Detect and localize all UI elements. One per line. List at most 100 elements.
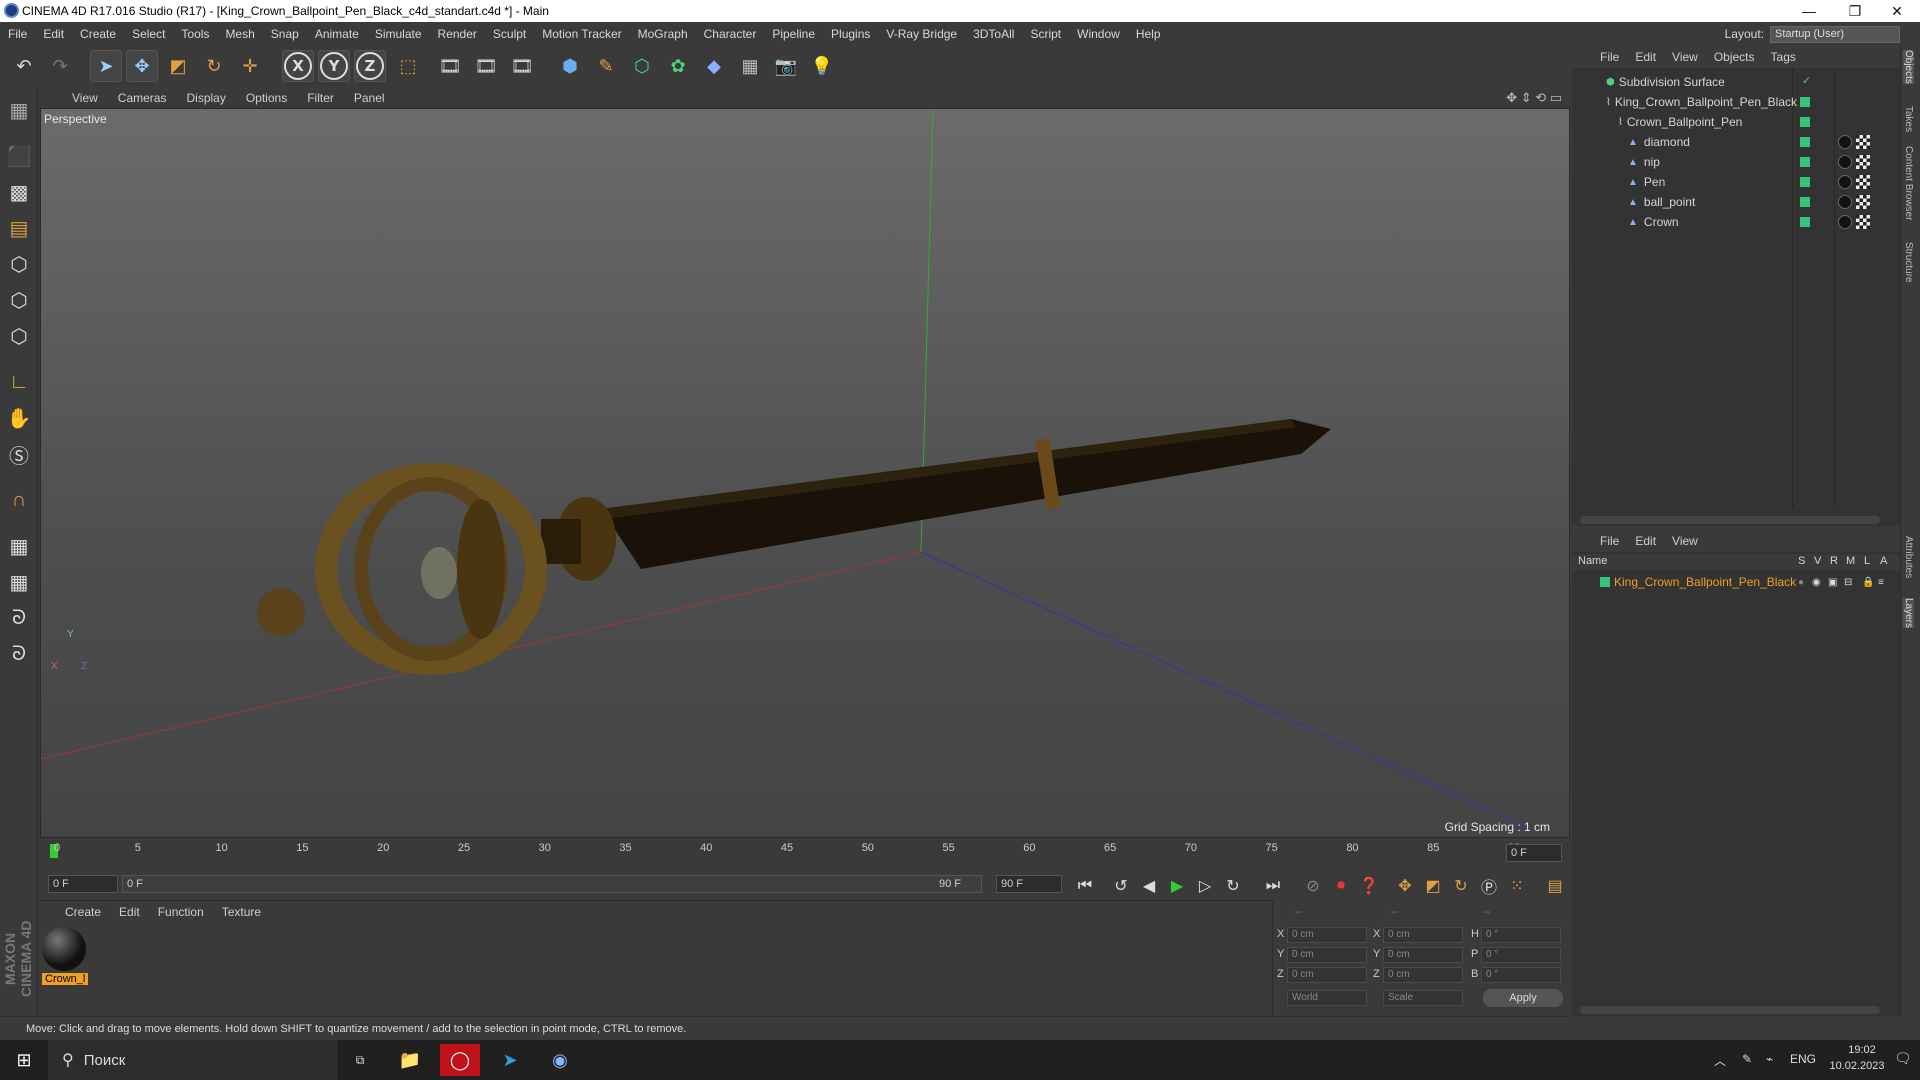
material-menu-function[interactable]: Function — [149, 905, 213, 919]
pos-z-field[interactable]: 0 cm — [1287, 967, 1367, 983]
undo-icon[interactable]: ↶ — [8, 50, 40, 82]
polygons-mode-icon[interactable]: ⬡ — [3, 320, 35, 352]
layer-color-swatch[interactable] — [1800, 217, 1810, 227]
viewport-menu-display[interactable]: Display — [176, 91, 235, 105]
scale-tool-icon[interactable]: ◩ — [162, 50, 194, 82]
viewport-menu-filter[interactable]: Filter — [297, 91, 344, 105]
menu-simulate[interactable]: Simulate — [367, 27, 430, 41]
pos-x-field[interactable]: 0 cm — [1287, 927, 1367, 943]
menu-snap[interactable]: Snap — [263, 27, 307, 41]
autokey-icon[interactable]: ❓ — [1356, 874, 1382, 898]
cube-icon[interactable]: ⬢ — [554, 50, 586, 82]
size-z-field[interactable]: 0 cm — [1383, 967, 1463, 983]
material-tag-icon[interactable] — [1838, 135, 1852, 149]
object-row-subdivision-surface[interactable]: ⬢ Subdivision Surface — [1572, 72, 1900, 92]
material-menu-create[interactable]: Create — [56, 905, 110, 919]
coordinate-system-icon[interactable]: ⬚ — [392, 50, 424, 82]
deformer-icon[interactable]: ◆ — [698, 50, 730, 82]
key-parameter-icon[interactable]: Ⓟ — [1476, 874, 1502, 898]
viewport-menu-options[interactable]: Options — [236, 91, 297, 105]
planar-workplane-icon[interactable]: ▦ — [3, 566, 35, 598]
end-frame-field[interactable]: 90 F — [996, 875, 1062, 893]
texture-tag-icon[interactable] — [1856, 155, 1870, 169]
notifications-icon[interactable]: 🗨 — [1894, 1050, 1912, 1067]
axis-x-toggle[interactable]: X — [282, 50, 314, 82]
viewport-menu-cameras[interactable]: Cameras — [108, 91, 177, 105]
layer-color-swatch[interactable] — [1800, 177, 1810, 187]
timeline-window-icon[interactable]: ▤ — [1542, 874, 1568, 898]
start-frame-field[interactable]: 0 F — [48, 875, 118, 893]
rotate-tool-icon[interactable]: ↻ — [198, 50, 230, 82]
key-position-icon[interactable]: ✥ — [1392, 874, 1418, 898]
object-row-null[interactable]: ⌇ King_Crown_Ballpoint_Pen_Black — [1572, 92, 1900, 112]
objmgr-menu-edit[interactable]: Edit — [1627, 50, 1664, 64]
select-tool-icon[interactable]: ➤ — [90, 50, 122, 82]
light-icon[interactable]: 💡 — [806, 50, 838, 82]
menu-mograph[interactable]: MoGraph — [630, 27, 696, 41]
axis-mode-icon[interactable]: ∟ — [3, 366, 35, 398]
scale-mode-dropdown[interactable]: Scale — [1383, 990, 1463, 1006]
move-tool-icon[interactable]: ✥ — [126, 50, 158, 82]
task-view-icon[interactable]: ⧉ — [340, 1044, 380, 1076]
close-button[interactable]: ✕ — [1874, 0, 1920, 22]
layer-color-swatch[interactable] — [1800, 97, 1810, 107]
windows-start-icon[interactable]: ⊞ — [4, 1044, 44, 1076]
menu-animate[interactable]: Animate — [307, 27, 367, 41]
menu-mesh[interactable]: Mesh — [217, 27, 262, 41]
axis-z-toggle[interactable]: Z — [354, 50, 386, 82]
layer-row[interactable]: King_Crown_Ballpoint_Pen_Black ● ◉ ▣ ⊟ 🔒… — [1572, 572, 1900, 592]
3d-viewport[interactable]: Y X Z — [40, 108, 1570, 838]
floor-icon[interactable]: ▦ — [734, 50, 766, 82]
object-row-null[interactable]: ⌇ Crown_Ballpoint_Pen — [1572, 112, 1900, 132]
menu-motion-tracker[interactable]: Motion Tracker — [534, 27, 629, 41]
size-y-field[interactable]: 0 cm — [1383, 947, 1463, 963]
tab-takes[interactable]: Takes — [1903, 106, 1914, 132]
texture-tag-icon[interactable] — [1856, 135, 1870, 149]
key-rotation-icon[interactable]: ↻ — [1448, 874, 1474, 898]
previous-frame-icon[interactable]: ◀ — [1136, 874, 1162, 898]
pen-tray-icon[interactable]: ✎ — [1742, 1052, 1752, 1066]
render-picture-viewer-icon[interactable]: 🎞 — [470, 50, 502, 82]
tab-attributes[interactable]: Attributes — [1903, 536, 1914, 578]
objmgr-menu-tags[interactable]: Tags — [1763, 50, 1804, 64]
menu-window[interactable]: Window — [1069, 27, 1128, 41]
opera-icon[interactable]: ◯ — [440, 1044, 480, 1076]
viewport-menu-view[interactable]: View — [62, 91, 108, 105]
axis-y-toggle[interactable]: Y — [318, 50, 350, 82]
cinema4d-taskbar-icon[interactable]: ◉ — [540, 1044, 580, 1076]
layer-color-swatch[interactable] — [1800, 117, 1810, 127]
rot-b-field[interactable]: 0 ° — [1481, 967, 1561, 983]
texture-tag-icon[interactable] — [1856, 175, 1870, 189]
play-icon[interactable]: ▶ — [1164, 874, 1190, 898]
next-key-icon[interactable]: ↻ — [1220, 874, 1246, 898]
menu-file[interactable]: File — [0, 27, 35, 41]
menu-script[interactable]: Script — [1022, 27, 1069, 41]
coord-system-dropdown[interactable]: World — [1287, 990, 1367, 1006]
material-tag-icon[interactable] — [1838, 175, 1852, 189]
language-indicator[interactable]: ENG — [1790, 1052, 1816, 1066]
workplane-icon[interactable]: ▤ — [3, 212, 35, 244]
rot-h-field[interactable]: 0 ° — [1481, 927, 1561, 943]
viewport-nav-icons[interactable]: ✥ ⇕ ⟲ ▭ — [1506, 90, 1562, 106]
object-mode-icon[interactable]: ⬛ — [3, 140, 35, 172]
size-x-field[interactable]: 0 cm — [1383, 927, 1463, 943]
go-to-end-icon[interactable]: ⏭ — [1260, 874, 1286, 898]
rot-p-field[interactable]: 0 ° — [1481, 947, 1561, 963]
material-tag-icon[interactable] — [1838, 195, 1852, 209]
apply-button[interactable]: Apply — [1483, 989, 1563, 1007]
material-tag-icon[interactable] — [1838, 215, 1852, 229]
texture-tag-icon[interactable] — [1856, 195, 1870, 209]
layer-color-swatch[interactable] — [1800, 137, 1810, 147]
layer-manager-scrollbar[interactable] — [1580, 1006, 1880, 1014]
layer-color-swatch[interactable] — [1800, 197, 1810, 207]
render-settings-icon[interactable]: 🎞 — [506, 50, 538, 82]
texture-mode-icon[interactable]: ▩ — [3, 176, 35, 208]
menu-render[interactable]: Render — [430, 27, 485, 41]
layermgr-menu-edit[interactable]: Edit — [1627, 534, 1664, 548]
layout-dropdown[interactable]: Startup (User) — [1770, 25, 1900, 43]
magnet-icon[interactable]: ∩ — [3, 484, 35, 516]
current-frame-field[interactable]: 0 F — [1506, 844, 1562, 862]
restore-button[interactable]: ❐ — [1832, 0, 1878, 22]
tab-layers[interactable]: Layers — [1903, 598, 1914, 629]
objmgr-menu-objects[interactable]: Objects — [1706, 50, 1763, 64]
